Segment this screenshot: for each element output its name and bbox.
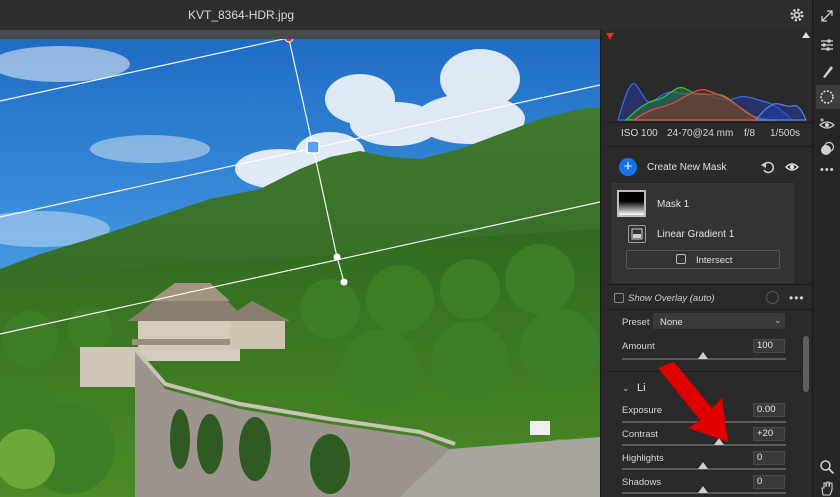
show-overlay-checkbox[interactable] — [614, 293, 624, 303]
histogram — [606, 30, 812, 122]
overlay-color-swatch[interactable] — [766, 291, 779, 304]
redeye-icon[interactable] — [819, 116, 835, 132]
shadows-label: Shadows — [622, 477, 662, 488]
file-name: KVT_8364-HDR.jpg — [188, 8, 295, 22]
intersect-label: Intersect — [696, 255, 733, 266]
separator — [606, 309, 812, 310]
eye-icon[interactable] — [785, 160, 799, 174]
amount-label: Amount — [622, 341, 655, 352]
zoom-icon[interactable] — [819, 459, 835, 475]
shadows-slider-thumb[interactable] — [698, 486, 708, 493]
contrast-value[interactable]: +20 — [753, 427, 785, 441]
highlights-value[interactable]: 0 — [753, 451, 785, 465]
camera-info-row: ISO 100 24-70@24 mm f/8 1/500s — [606, 124, 812, 144]
red-arrow-annotation — [658, 362, 728, 442]
reset-icon[interactable] — [761, 160, 775, 174]
shadows-value[interactable]: 0 — [753, 475, 785, 489]
masking-icon[interactable] — [819, 89, 835, 105]
mask-name[interactable]: Mask 1 — [657, 199, 689, 210]
brush-icon[interactable] — [819, 63, 835, 79]
photo-canvas[interactable] — [0, 39, 600, 497]
separator — [606, 122, 812, 123]
preset-label: Preset — [622, 317, 650, 328]
separator — [606, 284, 812, 285]
create-new-mask-button[interactable]: + — [619, 158, 637, 176]
more-options-icon[interactable]: ••• — [789, 291, 805, 305]
aperture: f/8 — [744, 128, 756, 139]
amount-slider-thumb[interactable] — [698, 352, 708, 359]
sliders-icon[interactable] — [819, 37, 835, 53]
highlight-clipping-icon — [802, 32, 810, 38]
exposure-value[interactable]: 0.00 — [753, 403, 785, 417]
lens: 24-70@24 mm — [667, 128, 734, 139]
more-icon[interactable]: ••• — [820, 164, 835, 176]
show-overlay-label[interactable]: Show Overlay (auto) — [628, 293, 715, 304]
intersect-icon — [676, 254, 686, 264]
linear-gradient-icon[interactable] — [628, 225, 646, 243]
highlights-label: Highlights — [622, 453, 664, 464]
settings-gear-icon[interactable] — [789, 7, 805, 23]
chevron-down-icon: ⌄ — [774, 315, 782, 325]
preset-value: None — [660, 317, 683, 328]
separator — [606, 146, 812, 147]
hand-icon[interactable] — [819, 480, 835, 496]
shutter: 1/500s — [770, 128, 801, 139]
panel-scrollbar[interactable] — [803, 336, 809, 392]
mask-component-label[interactable]: Linear Gradient 1 — [657, 229, 734, 240]
collapse-icon[interactable] — [819, 8, 835, 24]
mask-thumbnail[interactable] — [617, 190, 646, 217]
photo — [0, 39, 600, 497]
highlights-slider-thumb[interactable] — [698, 462, 708, 469]
presets-icon[interactable] — [819, 141, 835, 157]
amount-value[interactable]: 100 — [753, 339, 785, 353]
title-bar: KVT_8364-HDR.jpg — [0, 0, 812, 30]
chevron-down-icon[interactable]: ⌄ — [622, 383, 630, 394]
shadow-clipping-icon — [606, 33, 614, 40]
iso: ISO 100 — [621, 128, 658, 139]
create-new-mask-label[interactable]: Create New Mask — [647, 162, 726, 173]
